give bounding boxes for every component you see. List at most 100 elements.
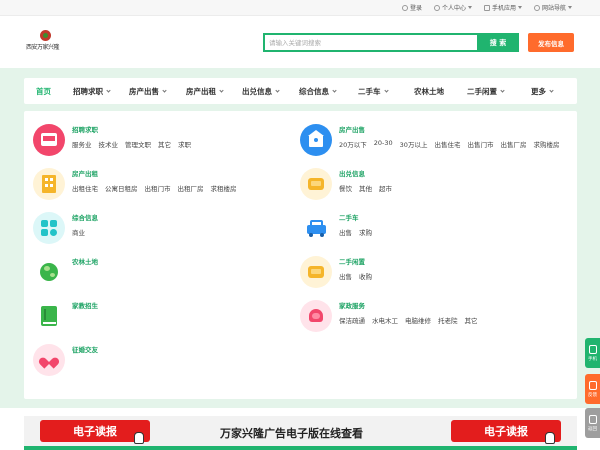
- subcategory-link[interactable]: 求租楼房: [211, 183, 237, 193]
- subcategory-link[interactable]: 出售住宅: [434, 139, 460, 149]
- category-title[interactable]: 房产出售: [339, 126, 365, 134]
- category-title[interactable]: 招聘求职: [72, 126, 98, 134]
- category-title[interactable]: 家政服务: [339, 302, 365, 310]
- subcategory-link[interactable]: 求购: [359, 227, 372, 237]
- user-center-link[interactable]: 个人中心: [433, 3, 472, 12]
- search-input[interactable]: [263, 33, 477, 52]
- category-idle: 二手闲置 出售 收购: [300, 256, 372, 288]
- subcategory-link[interactable]: 出售: [339, 227, 352, 237]
- side-top-button[interactable]: 返回: [585, 408, 600, 438]
- subcategory-link[interactable]: 20-30: [374, 139, 393, 149]
- mobile-app-link[interactable]: 手机应用: [483, 3, 522, 12]
- heart-hand-icon[interactable]: [300, 300, 332, 332]
- globe-icon[interactable]: [33, 256, 65, 288]
- sofa-icon[interactable]: [300, 168, 332, 200]
- publish-button[interactable]: 发布信息: [528, 33, 574, 52]
- subcategory-link[interactable]: 服务业: [72, 139, 92, 149]
- login-link[interactable]: 登录: [401, 3, 422, 12]
- category-panel: 招聘求职 服务业 技术业 管理文职 其它 求职 房产出售 20万以下 20-30…: [24, 111, 577, 399]
- e-paper-button-left[interactable]: 电子读报: [40, 420, 150, 444]
- subcategory-link[interactable]: 出租厂房: [178, 183, 204, 193]
- site-nav-link[interactable]: 网站导航: [533, 3, 572, 12]
- building-icon[interactable]: [33, 168, 65, 200]
- subcategory-link[interactable]: 其它: [158, 139, 171, 149]
- subcategory-link[interactable]: 技术业: [99, 139, 119, 149]
- chevron-down-icon: [549, 88, 554, 93]
- chevron-down-icon: [383, 88, 389, 93]
- subcategory-link[interactable]: 求购楼房: [533, 139, 559, 149]
- category-education: 家教招生: [33, 300, 98, 332]
- job-icon[interactable]: [33, 124, 65, 156]
- book-icon[interactable]: [33, 300, 65, 332]
- subcategory-link[interactable]: 出售厂房: [500, 139, 526, 149]
- subcategory-link[interactable]: 公寓日租房: [105, 183, 138, 193]
- side-mobile-button[interactable]: 手机: [585, 338, 600, 368]
- hand-pointer-icon: [545, 432, 555, 444]
- subcategory-link[interactable]: 收购: [359, 271, 372, 281]
- category-title[interactable]: 家教招生: [72, 302, 98, 310]
- phone-icon: [483, 4, 490, 11]
- subcategory-link[interactable]: 其他: [359, 183, 372, 193]
- top-bar: 登录 个人中心 手机应用 网站导航: [0, 0, 600, 16]
- category-title[interactable]: 二手闲置: [339, 258, 365, 266]
- nav-house-rent[interactable]: 房产出租: [186, 86, 224, 97]
- subcategory-link[interactable]: 商业: [72, 227, 85, 237]
- nav-general[interactable]: 综合信息: [299, 86, 337, 97]
- category-transfer: 出兑信息 餐饮 其他 超市: [300, 168, 392, 200]
- category-title[interactable]: 农林土地: [72, 258, 98, 266]
- subcategory-link[interactable]: 出售门市: [467, 139, 493, 149]
- nav-home[interactable]: 首页: [36, 86, 51, 97]
- caret-down-icon: [467, 6, 472, 9]
- category-title[interactable]: 房产出租: [72, 170, 98, 178]
- logo-text: 西安万家兴隆: [26, 44, 60, 51]
- category-title[interactable]: 综合信息: [72, 214, 98, 222]
- car-icon[interactable]: [300, 212, 332, 244]
- subcategory-link[interactable]: 托老院: [438, 315, 458, 325]
- subcategory-link[interactable]: 水电木工: [372, 315, 398, 325]
- side-feedback-button[interactable]: 反馈: [585, 374, 600, 404]
- user-icon: [433, 4, 440, 11]
- subcategory-link[interactable]: 超市: [379, 183, 392, 193]
- nav-transfer[interactable]: 出兑信息: [242, 86, 280, 97]
- chevron-down-icon: [162, 88, 167, 93]
- ad-bottom-bar: [24, 446, 577, 450]
- heart-icon[interactable]: [33, 344, 65, 376]
- category-title[interactable]: 征婚交友: [72, 346, 98, 354]
- subcategory-link[interactable]: 出售: [339, 271, 352, 281]
- subcategory-link[interactable]: 求职: [178, 139, 191, 149]
- chevron-down-icon: [275, 88, 280, 93]
- category-dating: 征婚交友: [33, 344, 98, 376]
- category-title[interactable]: 出兑信息: [339, 170, 365, 178]
- subcategory-link[interactable]: 保洁疏通: [339, 315, 365, 325]
- nav-jobs[interactable]: 招聘求职: [73, 86, 111, 97]
- subcategory-link[interactable]: 出租住宅: [72, 183, 98, 193]
- nav-used-car[interactable]: 二手车: [358, 86, 389, 97]
- ad-headline: 万家兴隆广告电子版在线查看: [220, 427, 363, 440]
- e-paper-button-right[interactable]: 电子读报: [451, 420, 561, 444]
- subcategory-link[interactable]: 其它: [465, 315, 478, 325]
- main-nav: 首页 招聘求职 房产出售 房产出租 出兑信息 综合信息 二手车 农林土地 二手闲…: [24, 78, 577, 104]
- subcategory-link[interactable]: 出租门市: [145, 183, 171, 193]
- category-jobs: 招聘求职 服务业 技术业 管理文职 其它 求职: [33, 124, 191, 156]
- nav-idle[interactable]: 二手闲置: [467, 86, 505, 97]
- search-button[interactable]: 搜 索: [477, 33, 519, 52]
- subcategory-link[interactable]: 电脑维修: [405, 315, 431, 325]
- subcategory-link[interactable]: 30万以上: [400, 139, 428, 149]
- ad-banner[interactable]: 电子读报 万家兴隆广告电子版在线查看 电子读报: [24, 416, 577, 450]
- house-key-icon[interactable]: [300, 124, 332, 156]
- grid-icon[interactable]: [33, 212, 65, 244]
- category-title[interactable]: 二手车: [339, 214, 359, 222]
- menu-icon: [533, 4, 540, 11]
- hand-pointer-icon: [134, 432, 144, 444]
- arrow-up-icon: [588, 414, 597, 424]
- subcategory-link[interactable]: 20万以下: [339, 139, 367, 149]
- nav-farmland[interactable]: 农林土地: [414, 86, 444, 97]
- subcategory-link[interactable]: 餐饮: [339, 183, 352, 193]
- sofa-icon[interactable]: [300, 256, 332, 288]
- subcategory-link[interactable]: 管理文职: [125, 139, 151, 149]
- nav-house-sale[interactable]: 房产出售: [129, 86, 167, 97]
- nav-more[interactable]: 更多: [531, 86, 554, 97]
- site-logo[interactable]: 西安万家兴隆: [26, 30, 66, 54]
- category-general: 综合信息 商业: [33, 212, 98, 244]
- login-icon: [401, 4, 408, 11]
